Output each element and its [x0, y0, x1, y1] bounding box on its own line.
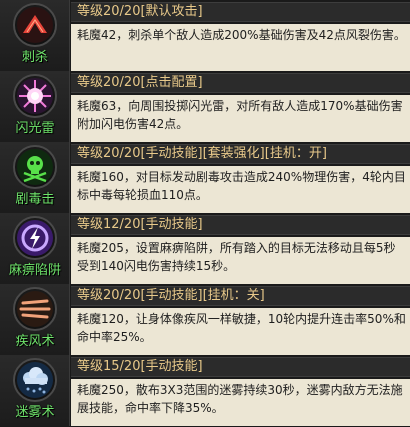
skill-slot[interactable]: 疾风术: [0, 284, 70, 355]
skill-info: 等级20/20[手动技能][套装强化][挂机：开] 耗魔160，对目标发动剧毒攻…: [71, 142, 410, 213]
skill-level-header: 等级15/20[手动技能]: [71, 357, 410, 377]
skill-description: 耗魔160，对目标发动剧毒攻击造成240%物理伤害，4轮内目标中毒每轮损血110…: [71, 166, 410, 213]
gale-icon[interactable]: [13, 287, 57, 331]
skill-info: 等级20/20[默认攻击] 耗魔42，刺杀单个敌人造成200%基础伤害及42点风…: [71, 0, 410, 71]
skill-description: 耗魔205，设置麻痹陷阱，所有踏入的目标无法移动且每5秒受到140闪电伤害持续1…: [71, 237, 410, 284]
skill-slot[interactable]: 剧毒击: [0, 142, 70, 213]
skill-level-header: 等级20/20[默认攻击]: [71, 2, 410, 22]
skill-info: 等级15/20[手动技能] 耗魔250，散布3X3范围的迷雾持续30秒，迷雾内敌…: [71, 355, 410, 426]
skill-list-panel: 刺杀 等级20/20[默认攻击] 耗魔42，刺杀单个敌人造成200%基础伤害及4…: [0, 0, 410, 427]
skill-row[interactable]: 疾风术 等级20/20[手动技能][挂机：关] 耗魔120，让身体像疾风一样敏捷…: [0, 284, 410, 355]
skill-slot[interactable]: 刺杀: [0, 0, 70, 71]
skill-name: 疾风术: [15, 334, 55, 349]
skill-name: 刺杀: [21, 50, 48, 65]
skill-row[interactable]: 剧毒击 等级20/20[手动技能][套装强化][挂机：开] 耗魔160，对目标发…: [0, 142, 410, 213]
skill-description: 耗魔120，让身体像疾风一样敏捷，10轮内提升连击率50%和命中率25%。: [71, 308, 410, 355]
skill-description: 耗魔63，向周围投掷闪光雷，对所有敌人造成170%基础伤害附加闪电伤害42点。: [71, 95, 410, 142]
skill-description: 耗魔250，散布3X3范围的迷雾持续30秒，迷雾内敌方无法施展技能，命中率下降3…: [71, 379, 410, 426]
skill-level-header: 等级20/20[手动技能][挂机：关]: [71, 286, 410, 306]
flash-burst-icon[interactable]: [13, 74, 57, 118]
skill-row[interactable]: 刺杀 等级20/20[默认攻击] 耗魔42，刺杀单个敌人造成200%基础伤害及4…: [0, 0, 410, 71]
assassinate-icon[interactable]: [13, 3, 57, 47]
skill-slot[interactable]: 迷雾术: [0, 355, 70, 426]
skill-row[interactable]: 闪光雷 等级20/20[点击配置] 耗魔63，向周围投掷闪光雷，对所有敌人造成1…: [0, 71, 410, 142]
skill-name: 剧毒击: [15, 192, 55, 207]
skill-info: 等级20/20[点击配置] 耗魔63，向周围投掷闪光雷，对所有敌人造成170%基…: [71, 71, 410, 142]
skill-info: 等级12/20[手动技能] 耗魔205，设置麻痹陷阱，所有踏入的目标无法移动且每…: [71, 213, 410, 284]
skill-slot[interactable]: 闪光雷: [0, 71, 70, 142]
poison-skull-icon[interactable]: [13, 145, 57, 189]
skill-description: 耗魔42，刺杀单个敌人造成200%基础伤害及42点风裂伤害。: [71, 24, 410, 71]
skill-level-header: 等级20/20[手动技能][套装强化][挂机：开]: [71, 144, 410, 164]
skill-row[interactable]: 迷雾术 等级15/20[手动技能] 耗魔250，散布3X3范围的迷雾持续30秒，…: [0, 355, 410, 426]
skill-level-header: 等级12/20[手动技能]: [71, 215, 410, 235]
fog-cloud-icon[interactable]: [13, 358, 57, 402]
skill-name: 麻痹陷阱: [8, 263, 61, 278]
skill-name: 迷雾术: [15, 405, 55, 420]
skill-slot[interactable]: 麻痹陷阱: [0, 213, 70, 284]
skill-name: 闪光雷: [15, 121, 55, 136]
paralysis-trap-icon[interactable]: [13, 216, 57, 260]
skill-info: 等级20/20[手动技能][挂机：关] 耗魔120，让身体像疾风一样敏捷，10轮…: [71, 284, 410, 355]
skill-row[interactable]: 麻痹陷阱 等级12/20[手动技能] 耗魔205，设置麻痹陷阱，所有踏入的目标无…: [0, 213, 410, 284]
skill-level-header: 等级20/20[点击配置]: [71, 73, 410, 93]
